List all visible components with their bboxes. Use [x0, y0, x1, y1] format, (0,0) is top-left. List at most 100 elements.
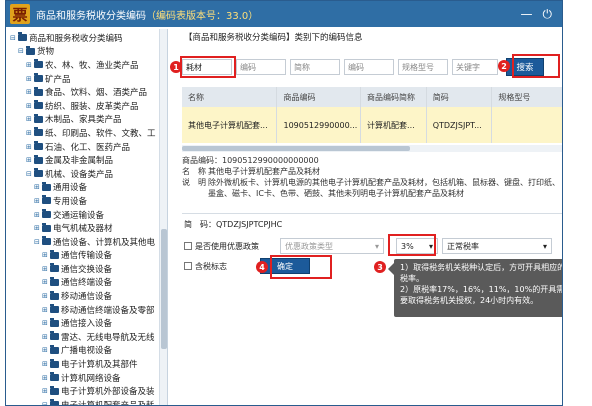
tree-item[interactable]: ⊞ 矿产品	[6, 72, 167, 86]
expand-toggle-icon[interactable]: ⊞	[26, 156, 34, 164]
code2-input[interactable]: 编码	[344, 59, 394, 75]
preferential-checkbox[interactable]	[184, 242, 192, 250]
expand-toggle-icon[interactable]: ⊟	[26, 170, 34, 178]
tree-item[interactable]: ⊞ 计算机网络设备	[6, 371, 167, 385]
expand-toggle-icon[interactable]: ⊞	[34, 224, 42, 232]
folder-icon	[18, 32, 27, 42]
tree-item[interactable]: ⊞ 通信交换设备	[6, 262, 167, 276]
col-short[interactable]: 商品编码简称	[361, 87, 427, 107]
expand-toggle-icon[interactable]: ⊞	[42, 319, 50, 327]
tax-included-checkbox[interactable]	[184, 262, 192, 270]
tree-item[interactable]: ⊟ 商品和服务税收分类编码	[6, 31, 167, 45]
scroll-thumb[interactable]	[161, 229, 167, 349]
minimize-button[interactable]: —	[521, 7, 533, 22]
col-jm[interactable]: 简码	[427, 87, 493, 107]
expand-toggle-icon[interactable]: ⊞	[42, 333, 50, 341]
expand-toggle-icon[interactable]: ⊞	[26, 129, 34, 137]
tree-item[interactable]: ⊞ 广播电视设备	[6, 344, 167, 358]
tree-item[interactable]: ⊞ 纸、印刷品、软件、文教、工	[6, 126, 167, 140]
expand-toggle-icon[interactable]: ⊟	[34, 238, 42, 246]
expand-toggle-icon[interactable]: ⊞	[26, 88, 34, 96]
tree-item[interactable]: ⊟ 货物	[6, 45, 167, 59]
tree-item[interactable]: ⊞ 通用设备	[6, 181, 167, 195]
folder-icon	[34, 113, 43, 123]
col-code[interactable]: 商品编码	[277, 87, 362, 107]
tree-item[interactable]: ⊞ 木制品、家具类产品	[6, 113, 167, 127]
tree-item-label: 农、林、牧、渔业类产品	[45, 60, 139, 71]
tree-item[interactable]: ⊞ 通信传输设备	[6, 249, 167, 263]
col-model[interactable]: 规格型号	[492, 87, 562, 107]
tree-item[interactable]: ⊞ 交通运输设备	[6, 208, 167, 222]
short-name-input[interactable]: 简称	[290, 59, 340, 75]
tree-item[interactable]: ⊞ 食品、饮料、烟、酒类产品	[6, 85, 167, 99]
expand-toggle-icon[interactable]: ⊞	[26, 61, 34, 69]
tree-item[interactable]: ⊞ 电子计算机外部设备及装	[6, 384, 167, 398]
expand-toggle-icon[interactable]: ⊞	[34, 211, 42, 219]
tree-item-label: 矿产品	[45, 74, 71, 85]
tree-item[interactable]: ⊞ 农、林、牧、渔业类产品	[6, 58, 167, 72]
tree-item-label: 商品和服务税收分类编码	[29, 33, 123, 44]
expand-toggle-icon[interactable]: ⊞	[42, 265, 50, 273]
expand-toggle-icon[interactable]: ⊞	[42, 387, 50, 395]
tax-type-select[interactable]: 正常税率 ▾	[442, 238, 552, 254]
cell-model	[492, 107, 562, 143]
tree-item[interactable]: ⊞ 专用设备	[6, 194, 167, 208]
folder-icon	[50, 358, 59, 368]
tree-item[interactable]: ⊟ 电子计算机配套产品及耗	[6, 398, 167, 405]
expand-toggle-icon[interactable]: ⊞	[26, 115, 34, 123]
tree-item[interactable]: ⊞ 移动通信终端设备及零部	[6, 303, 167, 317]
expand-toggle-icon[interactable]: ⊞	[42, 360, 50, 368]
expand-toggle-icon[interactable]: ⊞	[26, 75, 34, 83]
tree-item[interactable]: ⊞ 移动通信设备	[6, 289, 167, 303]
main-panel: 【商品和服务税收分类编码】类别下的编码信息 耗材 编码 简称 编码 规格型号 关…	[170, 29, 562, 405]
tree-item-label: 电子计算机及其部件	[61, 360, 138, 371]
tree-item-label: 纺织、服装、皮革类产品	[45, 101, 139, 112]
expand-toggle-icon[interactable]: ⊞	[42, 292, 50, 300]
step-badge-4: 4	[256, 261, 268, 273]
expand-toggle-icon[interactable]: ⊞	[34, 183, 42, 191]
expand-toggle-icon[interactable]: ⊞	[42, 278, 50, 286]
tree-item[interactable]: ⊞ 电气机械及器材	[6, 221, 167, 235]
tree-item[interactable]: ⊞ 石油、化工、医药产品	[6, 140, 167, 154]
code-input[interactable]: 编码	[236, 59, 286, 75]
expand-toggle-icon[interactable]: ⊞	[42, 306, 50, 314]
col-name[interactable]: 名称	[182, 87, 278, 107]
expand-toggle-icon[interactable]: ⊞	[26, 102, 34, 110]
expand-toggle-icon[interactable]: ⊟	[10, 34, 18, 42]
tree-item[interactable]: ⊞ 金属及非金属制品	[6, 153, 167, 167]
keyword-input[interactable]: 关键字	[452, 59, 498, 75]
model-input[interactable]: 规格型号	[398, 59, 448, 75]
chevron-down-icon: ▾	[374, 241, 379, 251]
folder-icon	[34, 73, 43, 83]
policy-type-select[interactable]: 优惠政策类型 ▾	[280, 238, 384, 254]
category-tree[interactable]: ⊟ 商品和服务税收分类编码 ⊟ 货物 ⊞ 农、林、牧、渔业类产品 ⊞ 矿产品 ⊞ 食品、饮料、烟、…	[6, 29, 168, 405]
tree-item[interactable]: ⊞ 雷达、无线电导航及无线	[6, 330, 167, 344]
table-row[interactable]: 其他电子计算机配套... 1090512990000... 计算机配套... Q…	[182, 107, 562, 143]
tree-item[interactable]: ⊞ 通信接入设备	[6, 316, 167, 330]
expand-toggle-icon[interactable]: ⊞	[42, 346, 50, 354]
folder-icon	[34, 100, 43, 110]
detail-name-label: 名 称	[182, 167, 206, 176]
tree-item[interactable]: ⊞ 电子计算机及其部件	[6, 357, 167, 371]
table-header: 名称 商品编码 商品编码简称 简码 规格型号	[182, 87, 562, 107]
cell-name: 其他电子计算机配套...	[182, 107, 278, 143]
expand-toggle-icon[interactable]: ⊞	[34, 197, 42, 205]
expand-toggle-icon[interactable]: ⊟	[42, 401, 50, 405]
tree-item[interactable]: ⊟ 通信设备、计算机及其他电	[6, 235, 167, 249]
tree-item-label: 通信设备、计算机及其他电	[53, 237, 156, 248]
expand-toggle-icon[interactable]: ⊞	[26, 143, 34, 151]
highlight-box-4	[270, 255, 332, 279]
expand-toggle-icon[interactable]: ⊞	[42, 374, 50, 382]
folder-icon	[50, 331, 59, 341]
tree-item[interactable]: ⊞ 通信终端设备	[6, 276, 167, 290]
expand-toggle-icon[interactable]: ⊟	[18, 47, 26, 55]
hscroll-thumb[interactable]	[182, 146, 410, 151]
tax-rate-tooltip: 1）取得税务机关税种认定后，方可开具相应的税率。 2）原税率17%，16%，11…	[388, 259, 562, 317]
tree-item-label: 移动通信设备	[61, 292, 113, 303]
tree-item[interactable]: ⊟ 机械、设备类产品	[6, 167, 167, 181]
tree-item[interactable]: ⊞ 纺织、服装、皮革类产品	[6, 99, 167, 113]
expand-toggle-icon[interactable]: ⊞	[42, 251, 50, 259]
close-button[interactable]: ⏻	[543, 7, 553, 22]
tree-scrollbar[interactable]	[159, 29, 167, 405]
table-hscrollbar[interactable]	[182, 145, 562, 152]
